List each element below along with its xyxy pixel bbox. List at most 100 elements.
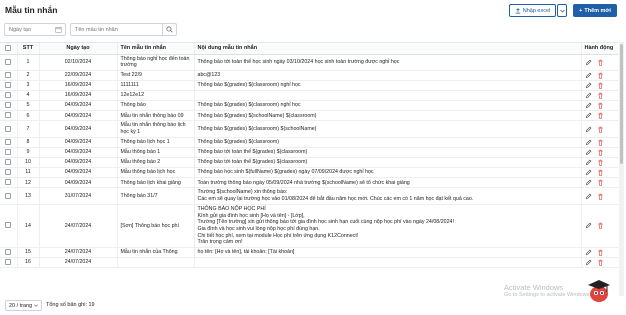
delete-icon[interactable] [597,179,604,186]
edit-icon[interactable] [585,102,592,109]
select-all-cell[interactable] [0,43,18,55]
edit-icon[interactable] [585,249,592,256]
edit-icon[interactable] [585,179,592,186]
row-checkbox[interactable] [5,112,12,119]
table-row[interactable]: 10 04/09/2024 Mẫu thông báo 2 Thông báo tới… [0,157,618,169]
table-row[interactable]: 2 22/09/2024 Test 22/9 abc@123 [0,70,618,82]
delete-icon[interactable] [597,169,604,176]
row-checkbox[interactable] [5,259,12,266]
add-new-button[interactable]: + Thêm mới [573,4,617,17]
delete-icon[interactable] [597,193,604,200]
row-select-cell[interactable] [0,100,18,112]
search-field[interactable] [70,23,177,36]
row-checkbox[interactable] [5,138,12,145]
row-select-cell[interactable] [0,70,18,82]
row-select-cell[interactable] [0,187,18,205]
table-row[interactable]: 7 04/09/2024 Mẫu tin nhắn thông báo lịch h… [0,120,618,138]
table-scrollbar-thumb[interactable] [620,44,623,164]
edit-icon[interactable] [585,82,592,89]
row-select-cell[interactable] [0,167,18,179]
row-date: 04/09/2024 [39,167,118,179]
row-select-cell[interactable] [0,147,18,159]
edit-icon[interactable] [585,112,592,119]
edit-icon[interactable] [585,92,592,99]
delete-icon[interactable] [597,249,604,256]
select-all-checkbox[interactable] [5,45,12,52]
row-checkbox[interactable] [5,125,12,132]
delete-icon[interactable] [597,222,604,230]
row-select-cell[interactable] [0,204,18,249]
table-row[interactable]: 14 24/07/2024 [Sơn] Thông báo học phí THÔNG… [0,204,618,249]
row-checkbox[interactable] [5,82,12,89]
row-checkbox[interactable] [5,92,12,99]
row-select-cell[interactable] [0,247,18,259]
delete-icon[interactable] [597,112,604,120]
delete-icon[interactable] [597,139,604,146]
row-select-cell[interactable] [0,90,18,102]
edit-icon[interactable] [585,59,592,66]
row-checkbox[interactable] [5,102,12,109]
table-row[interactable]: 9 04/09/2024 Mẫu thông báo 1 Thông báo tới … [0,147,618,159]
import-excel-button[interactable]: Nhập excel [509,4,556,17]
delete-icon[interactable] [597,102,604,109]
row-select-cell[interactable] [0,110,18,122]
row-checkbox[interactable] [5,58,12,65]
row-select-cell[interactable] [0,157,18,169]
row-checkbox[interactable] [5,249,12,256]
table-row[interactable]: 3 16/09/2024 1111111 Thông báo $(grades) $(… [0,80,618,92]
edit-icon[interactable] [585,159,592,166]
edit-icon[interactable] [585,259,592,266]
page-size-select[interactable]: 20 / trang [5,300,43,311]
table-row[interactable]: 4 16/09/2024 12e12e12 [0,90,618,102]
row-checkbox[interactable] [5,222,12,229]
row-select-cell[interactable] [0,137,18,148]
row-checkbox[interactable] [5,71,12,78]
date-filter[interactable] [4,23,66,36]
row-content: abc@123 [194,70,582,82]
row-stt: 10 [17,157,40,169]
edit-icon[interactable] [585,139,592,146]
row-stt: 8 [17,137,40,148]
search-input[interactable] [71,24,159,35]
date-filter-input[interactable] [5,24,55,35]
table-row[interactable]: 6 04/09/2024 Mẫu tin nhắn thông báo 09 Thôn… [0,110,618,122]
delete-icon[interactable] [597,149,604,156]
table-row[interactable]: 1 02/10/2024 Thông báo nghỉ học đến toàn t… [0,54,618,71]
table-row[interactable]: 5 04/09/2024 Thông báo Thông báo $(grades) … [0,100,618,112]
table-row[interactable]: 13 31/07/2024 Thông báo 31/7 Trường $(schoo… [0,187,618,205]
row-checkbox[interactable] [5,169,12,176]
row-checkbox[interactable] [5,179,12,186]
table-row[interactable]: 16 24/07/2024 [0,257,618,269]
row-select-cell[interactable] [0,177,18,189]
delete-icon[interactable] [597,259,604,266]
edit-icon[interactable] [585,193,592,200]
row-select-cell[interactable] [0,120,18,138]
row-select-cell[interactable] [0,257,18,269]
edit-icon[interactable] [585,149,592,156]
row-stt: 14 [17,204,40,249]
table-row[interactable]: 15 24/07/2024 Mẫu tin nhắn của Thông họ tên… [0,247,618,259]
row-select-cell[interactable] [0,80,18,92]
table-row[interactable]: 8 04/09/2024 Thông báo lịch học 1 Thông báo… [0,137,618,148]
mascot-chat-icon[interactable] [583,274,613,304]
table-row[interactable]: 12 04/09/2024 Thông báo lịch khai giảng Toà… [0,177,618,189]
row-checkbox[interactable] [5,148,12,155]
search-button[interactable] [162,24,176,35]
edit-icon[interactable] [585,72,592,79]
import-dropdown-button[interactable] [557,4,567,17]
edit-icon[interactable] [585,222,592,229]
delete-icon[interactable] [597,82,604,89]
table-row[interactable]: 11 04/09/2024 Mẫu thông báo lịch học Thông … [0,167,618,179]
row-select-cell[interactable] [0,54,18,71]
edit-icon[interactable] [585,169,592,176]
row-checkbox[interactable] [5,159,12,166]
delete-icon[interactable] [597,72,604,79]
row-checkbox[interactable] [5,192,12,199]
edit-icon[interactable] [585,126,592,133]
row-name: Mẫu tin nhắn của Thông [117,247,195,259]
delete-icon[interactable] [597,59,604,66]
row-name [117,257,195,269]
delete-icon[interactable] [597,159,604,166]
delete-icon[interactable] [597,92,604,99]
delete-icon[interactable] [597,126,604,133]
